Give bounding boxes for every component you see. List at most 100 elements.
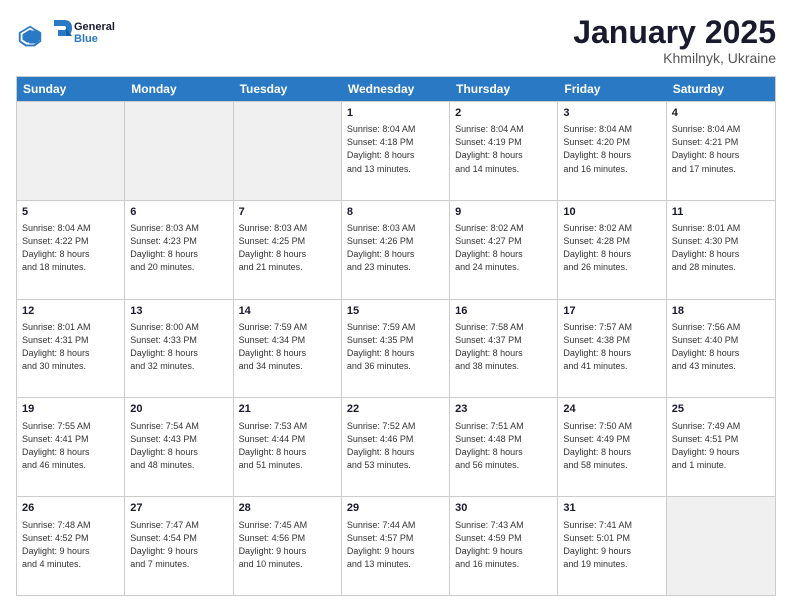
calendar-cell-1-2: 7 Sunrise: 8:03 AM Sunset: 4:25 PM Daylig… xyxy=(234,201,342,299)
calendar-cell-2-0: 12Sunrise: 8:01 AM Sunset: 4:31 PM Dayli… xyxy=(17,300,125,398)
calendar-cell-1-1: 6 Sunrise: 8:03 AM Sunset: 4:23 PM Daylig… xyxy=(125,201,233,299)
title-section: January 2025 Khmilnyk, Ukraine xyxy=(573,16,776,66)
calendar-cell-1-3: 8Sunrise: 8:03 AM Sunset: 4:26 PM Daylig… xyxy=(342,201,450,299)
calendar-cell-3-0: 19 Sunrise: 7:55 AM Sunset: 4:41 PM Dayli… xyxy=(17,398,125,496)
day-number-10: 10 xyxy=(563,205,660,220)
calendar-cell-2-3: 15 Sunrise: 7:59 AM Sunset: 4:35 PM Dayli… xyxy=(342,300,450,398)
header-wednesday: Wednesday xyxy=(342,77,450,101)
cell-info-6: Sunrise: 8:03 AM Sunset: 4:23 PM Dayligh… xyxy=(130,222,227,274)
calendar-cell-2-2: 14Sunrise: 7:59 AM Sunset: 4:34 PM Dayli… xyxy=(234,300,342,398)
cell-info-18: Sunrise: 7:56 AM Sunset: 4:40 PM Dayligh… xyxy=(672,321,770,373)
svg-text:General: General xyxy=(74,21,115,33)
calendar-body: 1 Sunrise: 8:04 AM Sunset: 4:18 PM Daylig… xyxy=(17,101,775,595)
header-saturday: Saturday xyxy=(667,77,775,101)
calendar-cell-0-5: 3 Sunrise: 8:04 AM Sunset: 4:20 PM Daylig… xyxy=(558,102,666,200)
header-tuesday: Tuesday xyxy=(234,77,342,101)
day-number-1: 1 xyxy=(347,106,444,121)
cell-info-22: Sunrise: 7:52 AM Sunset: 4:46 PM Dayligh… xyxy=(347,420,444,472)
calendar-cell-3-6: 25 Sunrise: 7:49 AM Sunset: 4:51 PM Dayli… xyxy=(667,398,775,496)
cell-info-20: Sunrise: 7:54 AM Sunset: 4:43 PM Dayligh… xyxy=(130,420,227,472)
calendar-cell-0-3: 1 Sunrise: 8:04 AM Sunset: 4:18 PM Daylig… xyxy=(342,102,450,200)
generalblue-logo: General Blue xyxy=(48,16,128,52)
day-number-30: 30 xyxy=(455,501,552,516)
header-thursday: Thursday xyxy=(450,77,558,101)
cell-info-12: Sunrise: 8:01 AM Sunset: 4:31 PM Dayligh… xyxy=(22,321,119,373)
day-number-5: 5 xyxy=(22,205,119,220)
calendar-cell-4-6 xyxy=(667,497,775,595)
cell-info-3: Sunrise: 8:04 AM Sunset: 4:20 PM Dayligh… xyxy=(563,123,660,175)
calendar-cell-0-4: 2 Sunrise: 8:04 AM Sunset: 4:19 PM Daylig… xyxy=(450,102,558,200)
cell-info-29: Sunrise: 7:44 AM Sunset: 4:57 PM Dayligh… xyxy=(347,519,444,571)
calendar-cell-1-6: 11 Sunrise: 8:01 AM Sunset: 4:30 PM Dayli… xyxy=(667,201,775,299)
day-number-23: 23 xyxy=(455,402,552,417)
calendar-cell-2-6: 18 Sunrise: 7:56 AM Sunset: 4:40 PM Dayli… xyxy=(667,300,775,398)
day-number-29: 29 xyxy=(347,501,444,516)
day-number-7: 7 xyxy=(239,205,336,220)
calendar-row-1: 1 Sunrise: 8:04 AM Sunset: 4:18 PM Daylig… xyxy=(17,101,775,200)
cell-info-5: Sunrise: 8:04 AM Sunset: 4:22 PM Dayligh… xyxy=(22,222,119,274)
header-monday: Monday xyxy=(125,77,233,101)
cell-info-4: Sunrise: 8:04 AM Sunset: 4:21 PM Dayligh… xyxy=(672,123,770,175)
svg-text:Blue: Blue xyxy=(74,33,98,45)
day-number-9: 9 xyxy=(455,205,552,220)
cell-info-15: Sunrise: 7:59 AM Sunset: 4:35 PM Dayligh… xyxy=(347,321,444,373)
cell-info-28: Sunrise: 7:45 AM Sunset: 4:56 PM Dayligh… xyxy=(239,519,336,571)
header: General Blue January 2025 Khmilnyk, Ukra… xyxy=(16,16,776,66)
day-number-14: 14 xyxy=(239,304,336,319)
cell-info-11: Sunrise: 8:01 AM Sunset: 4:30 PM Dayligh… xyxy=(672,222,770,274)
calendar-cell-1-5: 10Sunrise: 8:02 AM Sunset: 4:28 PM Dayli… xyxy=(558,201,666,299)
calendar-cell-2-4: 16Sunrise: 7:58 AM Sunset: 4:37 PM Dayli… xyxy=(450,300,558,398)
day-number-18: 18 xyxy=(672,304,770,319)
calendar-row-3: 12Sunrise: 8:01 AM Sunset: 4:31 PM Dayli… xyxy=(17,299,775,398)
calendar-cell-0-0 xyxy=(17,102,125,200)
calendar-cell-4-3: 29 Sunrise: 7:44 AM Sunset: 4:57 PM Dayli… xyxy=(342,497,450,595)
day-number-19: 19 xyxy=(22,402,119,417)
day-number-25: 25 xyxy=(672,402,770,417)
logo-icon xyxy=(16,23,44,51)
calendar-cell-3-4: 23Sunrise: 7:51 AM Sunset: 4:48 PM Dayli… xyxy=(450,398,558,496)
day-number-26: 26 xyxy=(22,501,119,516)
cell-info-1: Sunrise: 8:04 AM Sunset: 4:18 PM Dayligh… xyxy=(347,123,444,175)
day-number-17: 17 xyxy=(563,304,660,319)
day-number-6: 6 xyxy=(130,205,227,220)
day-number-3: 3 xyxy=(563,106,660,121)
calendar-cell-1-0: 5 Sunrise: 8:04 AM Sunset: 4:22 PM Daylig… xyxy=(17,201,125,299)
day-number-2: 2 xyxy=(455,106,552,121)
calendar-cell-1-4: 9 Sunrise: 8:02 AM Sunset: 4:27 PM Daylig… xyxy=(450,201,558,299)
calendar-cell-4-2: 28 Sunrise: 7:45 AM Sunset: 4:56 PM Dayli… xyxy=(234,497,342,595)
cell-info-19: Sunrise: 7:55 AM Sunset: 4:41 PM Dayligh… xyxy=(22,420,119,472)
calendar-cell-4-0: 26 Sunrise: 7:48 AM Sunset: 4:52 PM Dayli… xyxy=(17,497,125,595)
header-friday: Friday xyxy=(558,77,666,101)
cell-info-25: Sunrise: 7:49 AM Sunset: 4:51 PM Dayligh… xyxy=(672,420,770,472)
day-number-31: 31 xyxy=(563,501,660,516)
cell-info-21: Sunrise: 7:53 AM Sunset: 4:44 PM Dayligh… xyxy=(239,420,336,472)
cell-info-26: Sunrise: 7:48 AM Sunset: 4:52 PM Dayligh… xyxy=(22,519,119,571)
cell-info-9: Sunrise: 8:02 AM Sunset: 4:27 PM Dayligh… xyxy=(455,222,552,274)
day-number-20: 20 xyxy=(130,402,227,417)
cell-info-17: Sunrise: 7:57 AM Sunset: 4:38 PM Dayligh… xyxy=(563,321,660,373)
day-number-21: 21 xyxy=(239,402,336,417)
day-number-28: 28 xyxy=(239,501,336,516)
day-number-8: 8 xyxy=(347,205,444,220)
day-number-11: 11 xyxy=(672,205,770,220)
cell-info-7: Sunrise: 8:03 AM Sunset: 4:25 PM Dayligh… xyxy=(239,222,336,274)
day-number-24: 24 xyxy=(563,402,660,417)
cell-info-27: Sunrise: 7:47 AM Sunset: 4:54 PM Dayligh… xyxy=(130,519,227,571)
calendar-cell-0-2 xyxy=(234,102,342,200)
day-number-27: 27 xyxy=(130,501,227,516)
calendar-cell-2-5: 17 Sunrise: 7:57 AM Sunset: 4:38 PM Dayli… xyxy=(558,300,666,398)
cell-info-2: Sunrise: 8:04 AM Sunset: 4:19 PM Dayligh… xyxy=(455,123,552,175)
day-number-13: 13 xyxy=(130,304,227,319)
day-number-4: 4 xyxy=(672,106,770,121)
calendar-row-2: 5 Sunrise: 8:04 AM Sunset: 4:22 PM Daylig… xyxy=(17,200,775,299)
cell-info-13: Sunrise: 8:00 AM Sunset: 4:33 PM Dayligh… xyxy=(130,321,227,373)
cell-info-30: Sunrise: 7:43 AM Sunset: 4:59 PM Dayligh… xyxy=(455,519,552,571)
calendar-row-5: 26 Sunrise: 7:48 AM Sunset: 4:52 PM Dayli… xyxy=(17,496,775,595)
cell-info-24: Sunrise: 7:50 AM Sunset: 4:49 PM Dayligh… xyxy=(563,420,660,472)
calendar-cell-4-1: 27 Sunrise: 7:47 AM Sunset: 4:54 PM Dayli… xyxy=(125,497,233,595)
header-sunday: Sunday xyxy=(17,77,125,101)
calendar: Sunday Monday Tuesday Wednesday Thursday… xyxy=(16,76,776,596)
calendar-cell-2-1: 13 Sunrise: 8:00 AM Sunset: 4:33 PM Dayli… xyxy=(125,300,233,398)
day-number-16: 16 xyxy=(455,304,552,319)
day-number-15: 15 xyxy=(347,304,444,319)
